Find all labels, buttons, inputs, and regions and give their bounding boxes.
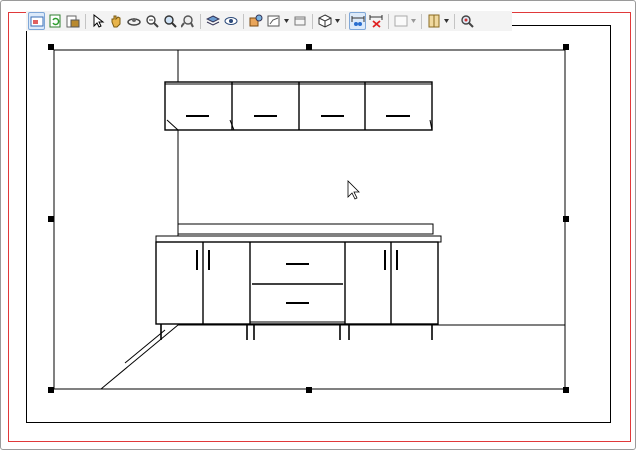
resize-handle-bottom-mid[interactable] [306, 387, 312, 393]
backsplash [177, 223, 434, 235]
wall-cabinets [164, 81, 433, 131]
frame-button[interactable] [291, 12, 308, 30]
delete-dimension-button[interactable] [367, 12, 384, 30]
frame-icon [294, 16, 305, 26]
camera-view-dropdown[interactable] [283, 12, 289, 30]
color-box-dropdown[interactable] [410, 12, 416, 30]
toolbar-separator [454, 13, 455, 29]
door-panel-button[interactable] [425, 12, 442, 30]
camera-view-icon [267, 15, 279, 27]
resize-handle-top-right[interactable] [563, 44, 569, 50]
resize-handle-top-mid[interactable] [306, 44, 312, 50]
zoom-window-icon [145, 15, 159, 28]
floor-perspective-line [100, 324, 179, 390]
door-panel-icon [428, 14, 439, 28]
mouse-cursor-icon [347, 180, 360, 200]
orbit-button[interactable] [125, 12, 142, 30]
render-style-button[interactable] [247, 12, 264, 30]
zoom-window-button[interactable] [143, 12, 160, 30]
pan-hand-icon [111, 15, 120, 28]
pointer-icon [93, 14, 104, 28]
camera-view-button[interactable] [265, 12, 282, 30]
visibility-button[interactable] [222, 12, 239, 30]
chevron-down-icon [283, 19, 289, 23]
resize-handle-bottom-right[interactable] [563, 387, 569, 393]
add-dimension-button[interactable] [349, 12, 366, 30]
render-style-icon [249, 14, 262, 27]
kitchen-elevation-drawing[interactable] [0, 0, 638, 452]
magnifier-settings-icon [460, 15, 474, 28]
pan-button[interactable] [107, 12, 124, 30]
toolbar-separator [345, 13, 346, 29]
door-panel-dropdown[interactable] [443, 12, 449, 30]
toolbar-separator [243, 13, 244, 29]
3d-cube-button[interactable] [316, 12, 333, 30]
add-dimension-icon [351, 16, 364, 26]
countertop [155, 235, 442, 243]
magnifier-settings-button[interactable] [458, 12, 475, 30]
view-toolbar [26, 11, 512, 31]
resize-handle-bottom-left[interactable] [48, 387, 54, 393]
zoom-extents-icon [180, 15, 194, 28]
toolbar-separator [388, 13, 389, 29]
resize-handle-top-left[interactable] [48, 44, 54, 50]
print-preview-icon [66, 15, 79, 28]
chevron-down-icon [443, 19, 449, 23]
layers-icon [205, 15, 220, 26]
toolbar-separator [85, 13, 86, 29]
chevron-down-icon [410, 19, 416, 23]
delete-dimension-icon [369, 15, 382, 28]
zoom-button[interactable] [161, 12, 178, 30]
visibility-eye-icon [224, 17, 237, 25]
refresh-icon [49, 14, 60, 28]
pointer-button[interactable] [89, 12, 106, 30]
select-view-icon [30, 16, 43, 27]
zoom-extents-button[interactable] [179, 12, 196, 30]
toolbar-separator [200, 13, 201, 29]
floor-perspective-line-2 [124, 329, 166, 364]
color-box-icon [394, 15, 407, 27]
color-box-button[interactable] [392, 12, 409, 30]
toolbar-separator [421, 13, 422, 29]
refresh-button[interactable] [46, 12, 63, 30]
chevron-down-icon [334, 19, 340, 23]
resize-handle-mid-left[interactable] [48, 216, 54, 222]
toolbar-separator [312, 13, 313, 29]
zoom-icon [163, 15, 177, 28]
orbit-icon [126, 18, 141, 26]
select-view-button[interactable] [28, 12, 45, 30]
3d-cube-icon [318, 14, 331, 28]
print-preview-button[interactable] [64, 12, 81, 30]
layers-button[interactable] [204, 12, 221, 30]
resize-handle-mid-right[interactable] [563, 216, 569, 222]
3d-cube-dropdown[interactable] [334, 12, 340, 30]
